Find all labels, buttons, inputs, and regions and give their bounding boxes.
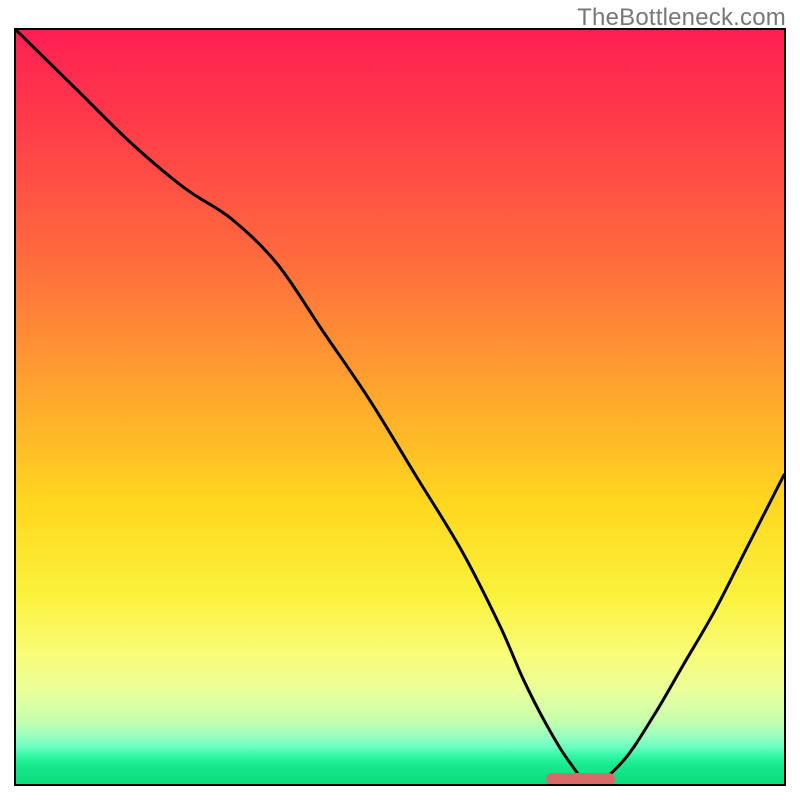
optimal-marker <box>546 773 615 785</box>
chart-frame: TheBottleneck.com <box>0 0 800 800</box>
bottleneck-curve <box>16 30 784 784</box>
curve-svg <box>16 30 784 784</box>
plot-area <box>16 30 784 784</box>
plot-border <box>14 28 786 786</box>
